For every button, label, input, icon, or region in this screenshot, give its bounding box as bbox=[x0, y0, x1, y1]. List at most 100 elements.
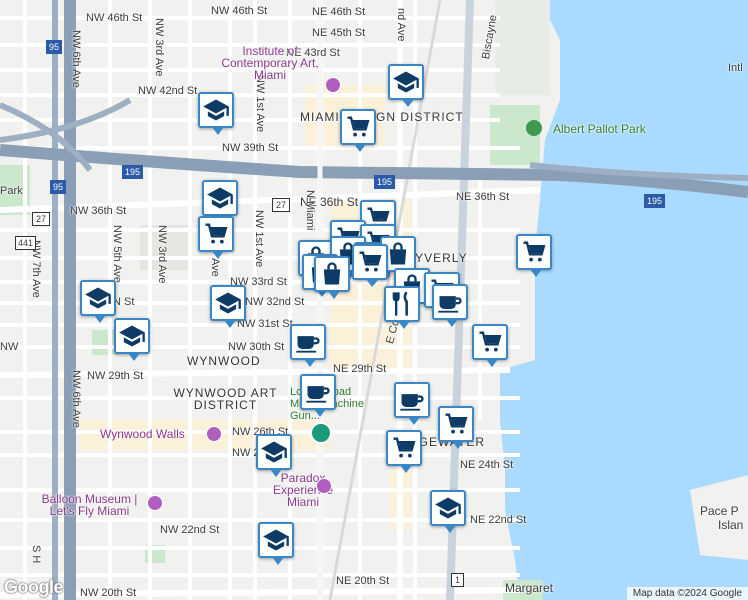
graduation-cap-icon bbox=[206, 184, 234, 212]
cart-marker[interactable] bbox=[516, 234, 552, 277]
us27-shield-icon: 27 bbox=[32, 212, 51, 226]
shopping-cart-icon bbox=[442, 410, 470, 438]
street-label-nw-36th: NW 36th St bbox=[70, 205, 127, 217]
cart-marker[interactable] bbox=[438, 406, 474, 449]
cart-marker[interactable] bbox=[352, 244, 388, 287]
i195-shield-icon: 195 bbox=[122, 165, 144, 179]
street-label-nw-frag: NW bbox=[0, 341, 19, 353]
street-label-nw-20th: NW 20th St bbox=[80, 587, 137, 599]
street-label-nw-1st-ave: NW 1st Ave bbox=[254, 75, 266, 133]
museum-icon[interactable] bbox=[147, 495, 163, 511]
shopping-cart-icon bbox=[356, 248, 384, 276]
street-label-nw-39th: NW 39th St bbox=[222, 142, 279, 154]
us441-shield-icon: 441 bbox=[15, 236, 37, 250]
cafe-marker[interactable] bbox=[394, 382, 430, 425]
cart-marker[interactable] bbox=[198, 216, 234, 259]
graduation-cap-icon bbox=[392, 68, 420, 96]
street-label-ave-frag: Ave bbox=[209, 258, 221, 277]
shopping-cart-icon bbox=[390, 434, 418, 462]
graduation-cap-icon bbox=[202, 96, 230, 124]
street-label-n-st: N St bbox=[113, 296, 135, 308]
map-canvas[interactable]: NW 46th St NW 46th St NE 46th St NE 45th… bbox=[0, 0, 748, 600]
street-label-nw-42nd: NW 42nd St bbox=[138, 85, 198, 97]
street-label-n-miami: N Miami bbox=[304, 190, 316, 231]
cafe-marker[interactable] bbox=[432, 284, 468, 327]
poi-label-park: Park bbox=[0, 185, 23, 197]
bag-marker[interactable] bbox=[314, 256, 350, 299]
street-label-nw-29th: NW 29th St bbox=[87, 370, 144, 382]
school-marker[interactable] bbox=[430, 490, 466, 533]
shopping-cart-icon bbox=[202, 220, 230, 248]
shopping-cart-icon bbox=[520, 238, 548, 266]
street-label-nw-46th-b: NW 46th St bbox=[211, 5, 268, 17]
shopping-bag-icon bbox=[318, 260, 346, 288]
street-label-ne-20th: NE 20th St bbox=[336, 575, 390, 587]
us27-shield-icon: 27 bbox=[272, 198, 291, 212]
google-logo: Google bbox=[4, 577, 64, 597]
area-label-wynwood-art: WYNWOOD ART DISTRICT bbox=[173, 386, 278, 412]
area-label-wynwood: WYNWOOD bbox=[187, 354, 261, 368]
shopping-bag-icon bbox=[384, 240, 412, 268]
area-label-design-district: MIAMI DESIGN DISTRICT bbox=[300, 110, 464, 124]
graduation-cap-icon bbox=[262, 526, 290, 554]
shopping-cart-icon bbox=[476, 328, 504, 356]
coffee-cup-icon bbox=[294, 328, 322, 356]
cart-marker[interactable] bbox=[386, 430, 422, 473]
i95-shield-icon: 95 bbox=[46, 40, 63, 54]
street-label-nw-46th: NW 46th St bbox=[86, 12, 143, 24]
i195-shield-icon: 195 bbox=[374, 175, 396, 189]
school-marker[interactable] bbox=[202, 180, 238, 223]
poi-label-pace: Pace P bbox=[700, 504, 739, 518]
street-label-nw-6th-ave-b: NW 6th Ave bbox=[70, 370, 82, 428]
graduation-cap-icon bbox=[118, 322, 146, 350]
street-label-nw-30th: NW 30th St bbox=[228, 341, 285, 353]
coffee-cup-icon bbox=[304, 378, 332, 406]
location-pin-icon[interactable] bbox=[310, 422, 332, 444]
poi-label-margaret: Margaret bbox=[505, 581, 554, 595]
street-label-nw-3rd-ave: NW 3rd Ave bbox=[156, 225, 168, 284]
school-marker[interactable] bbox=[114, 318, 150, 361]
street-label-ne-22nd: NE 22nd St bbox=[470, 514, 527, 526]
school-marker[interactable] bbox=[388, 64, 424, 107]
street-label-s-h: S H bbox=[30, 545, 42, 564]
park-icon[interactable] bbox=[526, 120, 542, 136]
cart-marker[interactable] bbox=[472, 324, 508, 367]
cart-marker[interactable] bbox=[340, 109, 376, 152]
food-marker[interactable] bbox=[384, 286, 420, 329]
poi-label-intl: Intl bbox=[728, 62, 743, 74]
cafe-marker[interactable] bbox=[290, 324, 326, 367]
school-marker[interactable] bbox=[258, 522, 294, 565]
i95-shield-icon: 95 bbox=[50, 180, 67, 194]
museum-icon[interactable] bbox=[316, 478, 332, 494]
graduation-cap-icon bbox=[434, 494, 462, 522]
school-marker[interactable] bbox=[80, 280, 116, 323]
street-label-nw-5th-ave: NW 5th Ave bbox=[111, 225, 123, 283]
museum-icon[interactable] bbox=[206, 426, 222, 442]
map-attribution: Map data ©2024 Google bbox=[626, 587, 748, 600]
graduation-cap-icon bbox=[84, 284, 112, 312]
street-label-ne-2nd-ave: nd Ave bbox=[395, 8, 407, 42]
poi-label-island: Islan bbox=[718, 518, 744, 532]
poi-label-balloon[interactable]: Balloon Museum | Let's Fly Miami bbox=[32, 493, 147, 517]
poi-label-ica[interactable]: Institute of Contemporary Art, Miami bbox=[205, 45, 335, 81]
us1-shield-icon: 1 bbox=[451, 573, 465, 587]
cafe-marker[interactable] bbox=[300, 374, 336, 417]
museum-icon[interactable] bbox=[325, 77, 341, 93]
i195-shield-icon: 195 bbox=[644, 194, 666, 208]
poi-label-albert-pallot[interactable]: Albert Pallot Park bbox=[553, 123, 646, 135]
street-label-ne-45th: NE 45th St bbox=[312, 27, 366, 39]
fork-knife-icon bbox=[388, 290, 416, 318]
street-label-nw-22nd: NW 22nd St bbox=[160, 524, 220, 536]
school-marker[interactable] bbox=[198, 92, 234, 135]
graduation-cap-icon bbox=[214, 289, 242, 317]
poi-label-wynwood-walls[interactable]: Wynwood Walls bbox=[100, 428, 185, 440]
coffee-cup-icon bbox=[436, 288, 464, 316]
shopping-cart-icon bbox=[344, 113, 372, 141]
school-marker[interactable] bbox=[210, 285, 246, 328]
street-label-ne-29th: NE 29th St bbox=[333, 363, 387, 375]
school-marker[interactable] bbox=[256, 434, 292, 477]
street-label-ne-36th-b: NE 36th St bbox=[456, 191, 510, 203]
coffee-cup-icon bbox=[398, 386, 426, 414]
street-label-nw-1st-ave-b: NW 1st Ave bbox=[253, 210, 265, 268]
poi-label-paradox[interactable]: Paradox Experience Miami bbox=[258, 472, 348, 508]
